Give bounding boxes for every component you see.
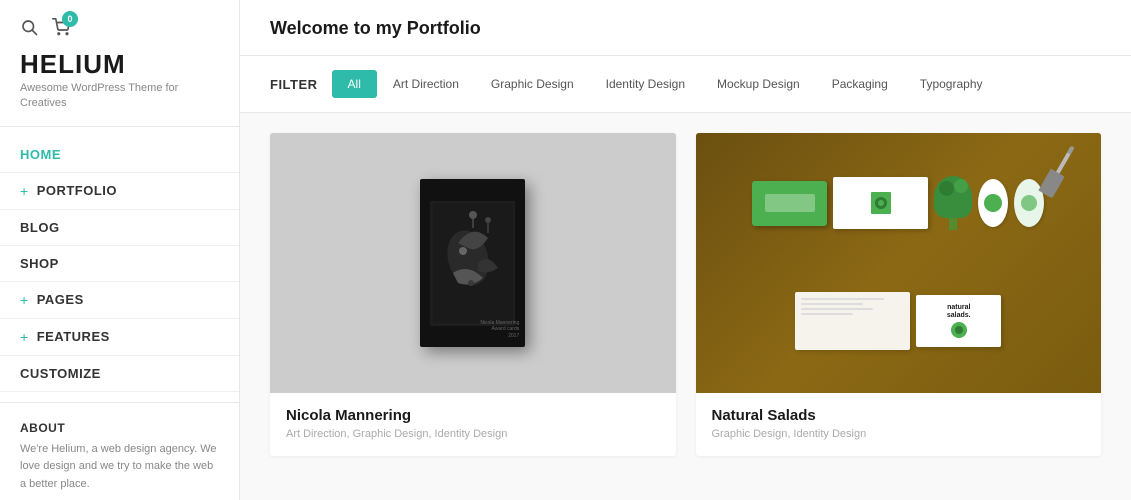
filter-btn-packaging[interactable]: Packaging [816, 70, 904, 98]
portfolio-card-natural[interactable]: naturalsalads. Natural Salads Graphic De… [696, 133, 1102, 456]
portfolio-card-nicola[interactable]: Nicola ManneringAward cards2017 Nicola M… [270, 133, 676, 456]
sidebar-icon-row: 0 [20, 18, 219, 41]
sidebar-item-home[interactable]: HOME [0, 137, 239, 173]
filter-btn-art-direction[interactable]: Art Direction [377, 70, 475, 98]
about-title: ABOUT [20, 421, 219, 435]
about-text: We're Helium, a web design agency. We lo… [20, 441, 219, 494]
sidebar-item-customize[interactable]: CUSTOMIZE [0, 356, 239, 392]
card-image-nicola: Nicola ManneringAward cards2017 [270, 133, 676, 393]
page-title: Welcome to my Portfolio [270, 18, 1101, 39]
sidebar-item-label: CUSTOMIZE [20, 366, 101, 381]
cart-badge: 0 [62, 11, 78, 27]
card-tags: Art Direction, Graphic Design, Identity … [286, 428, 660, 440]
sidebar-item-pages[interactable]: + PAGES [0, 282, 239, 319]
filter-btn-graphic-design[interactable]: Graphic Design [475, 70, 590, 98]
brand-tagline: Awesome WordPress Theme for Creatives [20, 81, 219, 112]
sidebar-item-label: SHOP [20, 256, 59, 271]
sidebar-item-blog[interactable]: BLOG [0, 210, 239, 246]
card-tags: Graphic Design, Identity Design [712, 428, 1086, 440]
filter-btn-identity-design[interactable]: Identity Design [590, 70, 701, 98]
main-header: Welcome to my Portfolio [240, 0, 1131, 56]
plus-icon: + [20, 292, 29, 308]
filter-bar: FILTER All Art Direction Graphic Design … [240, 56, 1131, 113]
sidebar-item-features[interactable]: + FEATURES [0, 319, 239, 356]
card-title: Natural Salads [712, 407, 1086, 424]
filter-btn-mockup-design[interactable]: Mockup Design [701, 70, 816, 98]
plus-icon: + [20, 183, 29, 199]
filter-btn-typography[interactable]: Typography [904, 70, 999, 98]
search-icon[interactable] [20, 18, 38, 41]
sidebar-item-label: BLOG [20, 220, 60, 235]
filter-label: FILTER [270, 77, 318, 92]
sidebar-item-label: FEATURES [37, 329, 110, 344]
sidebar-item-label: PAGES [37, 292, 84, 307]
sidebar-item-label: PORTFOLIO [37, 183, 117, 198]
plus-icon: + [20, 329, 29, 345]
sidebar-nav: HOME + PORTFOLIO BLOG SHOP + PAGES + FEA… [0, 127, 239, 402]
sidebar-item-portfolio[interactable]: + PORTFOLIO [0, 173, 239, 210]
sidebar: 0 HELIUM Awesome WordPress Theme for Cre… [0, 0, 240, 500]
sidebar-header: 0 HELIUM Awesome WordPress Theme for Cre… [0, 0, 239, 127]
sidebar-item-shop[interactable]: SHOP [0, 246, 239, 282]
card-info-natural: Natural Salads Graphic Design, Identity … [696, 393, 1102, 456]
sidebar-about: ABOUT We're Helium, a web design agency.… [0, 402, 239, 500]
card-image-natural: naturalsalads. [696, 133, 1102, 393]
filter-btn-all[interactable]: All [332, 70, 377, 98]
portfolio-grid: Nicola ManneringAward cards2017 Nicola M… [240, 113, 1131, 476]
main-content: Welcome to my Portfolio FILTER All Art D… [240, 0, 1131, 500]
sidebar-item-label: HOME [20, 147, 61, 162]
card-title: Nicola Mannering [286, 407, 660, 424]
brand-name: HELIUM [20, 51, 219, 77]
cart-icon[interactable]: 0 [52, 18, 70, 41]
card-info-nicola: Nicola Mannering Art Direction, Graphic … [270, 393, 676, 456]
